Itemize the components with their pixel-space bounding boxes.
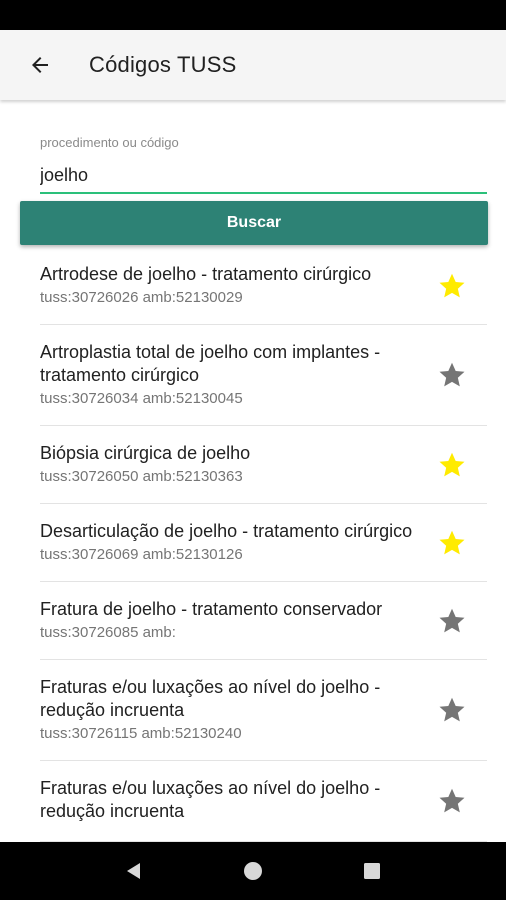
nav-home-icon (243, 862, 262, 880)
navigation-bar (0, 842, 506, 900)
procedure-codes: tuss:30726069 amb:52130126 (40, 546, 243, 563)
nav-recents-button[interactable] (352, 851, 392, 891)
nav-recents-icon (363, 863, 380, 879)
procedure-title: Fratura de joelho - tratamento conservad… (40, 599, 383, 619)
procedure-codes: tuss:30726050 amb:52130363 (40, 468, 243, 485)
favorite-star-icon[interactable] (437, 271, 467, 301)
nav-back-button[interactable] (114, 851, 154, 891)
procedure-codes: tuss:30726085 amb: (40, 624, 176, 641)
nav-back-icon (127, 863, 141, 879)
app-bar: Códigos TUSS (0, 30, 506, 100)
main-content: procedimento ou código Buscar Artrodese … (0, 100, 506, 842)
search-label: procedimento ou código (40, 135, 179, 150)
procedure-title: Artroplastia total de joelho com implant… (40, 342, 381, 385)
list-item[interactable]: Artroplastia total de joelho com implant… (40, 325, 487, 426)
procedure-codes: tuss:30726034 amb:52130045 (40, 390, 243, 407)
list-item[interactable]: Biópsia cirúrgica de joelho tuss:30726050… (40, 426, 487, 504)
procedure-title: Biópsia cirúrgica de joelho (40, 443, 251, 463)
procedure-title: Fraturas e/ou luxações ao nível do joelh… (40, 677, 381, 720)
search-input[interactable] (40, 158, 487, 194)
procedure-codes: tuss:30726115 amb:52130240 (40, 725, 242, 742)
arrow-back-icon (32, 57, 48, 73)
search-button[interactable]: Buscar (20, 201, 488, 245)
favorite-star-icon[interactable] (437, 360, 467, 390)
list-item[interactable]: Fraturas e/ou luxações ao nível do joelh… (40, 660, 487, 761)
results-list: Artrodese de joelho - tratamento cirúrgi… (40, 247, 487, 842)
procedure-codes: tuss:30726026 amb:52130029 (40, 289, 243, 306)
favorite-star-icon[interactable] (437, 450, 467, 480)
favorite-star-icon[interactable] (437, 528, 467, 558)
list-item[interactable]: Desarticulação de joelho - tratamento ci… (40, 504, 487, 582)
favorite-star-icon[interactable] (437, 786, 467, 816)
procedure-title: Fraturas e/ou luxações ao nível do joelh… (40, 778, 381, 821)
nav-home-button[interactable] (233, 851, 273, 891)
page-title: Códigos TUSS (89, 52, 237, 77)
favorite-star-icon[interactable] (437, 695, 467, 725)
back-button[interactable] (20, 45, 60, 85)
favorite-star-icon[interactable] (437, 606, 467, 636)
list-item[interactable]: Fratura de joelho - tratamento conservad… (40, 582, 487, 660)
list-item[interactable]: Artrodese de joelho - tratamento cirúrgi… (40, 247, 487, 325)
procedure-title: Artrodese de joelho - tratamento cirúrgi… (40, 264, 372, 284)
procedure-title: Desarticulação de joelho - tratamento ci… (40, 521, 413, 541)
status-bar (0, 0, 506, 30)
list-item[interactable]: Fraturas e/ou luxações ao nível do joelh… (40, 761, 487, 842)
